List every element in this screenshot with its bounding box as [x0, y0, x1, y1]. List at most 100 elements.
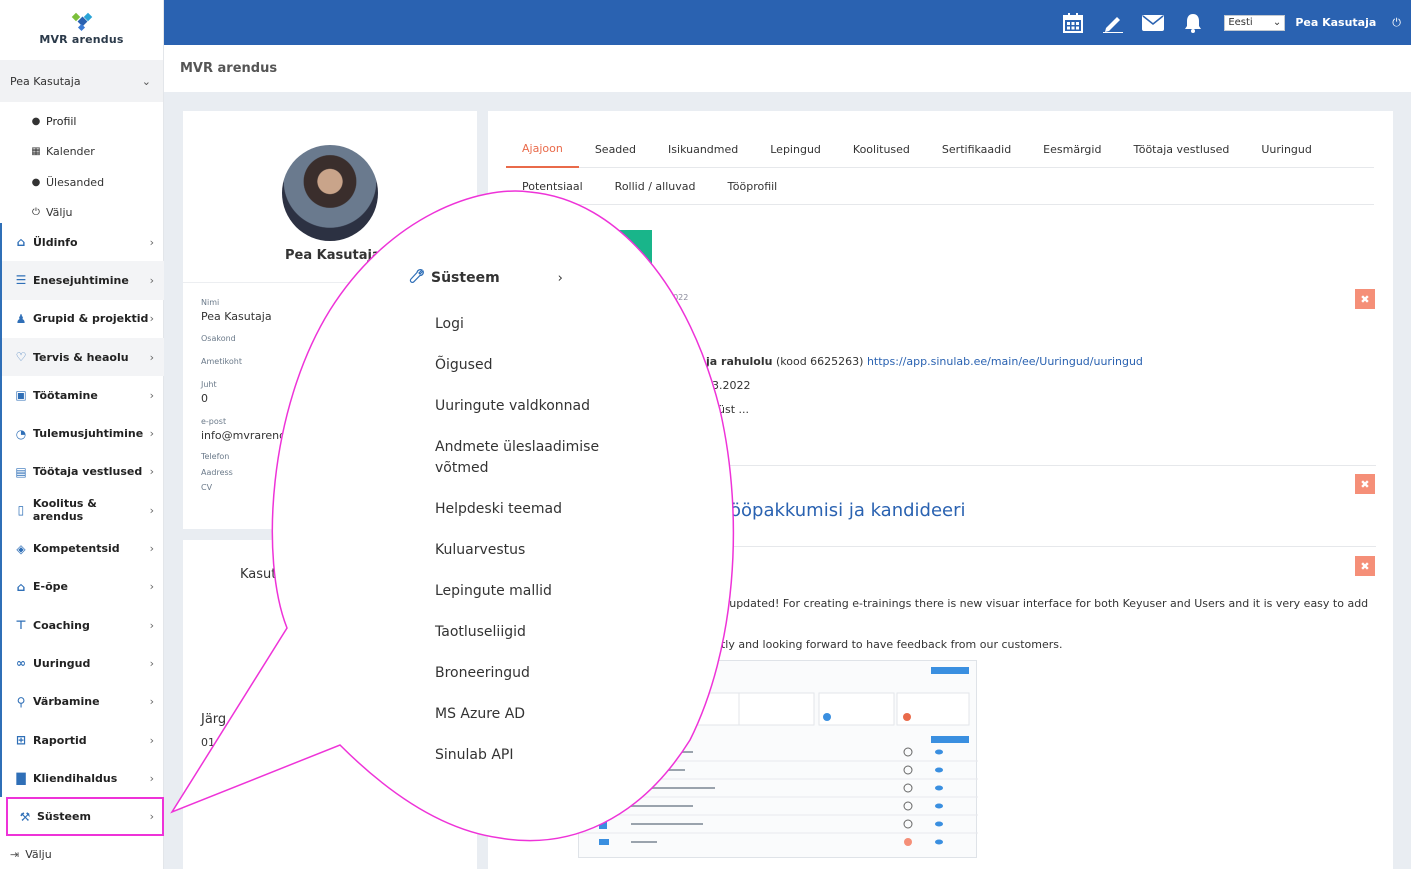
field-label-department: Osakond — [201, 334, 236, 343]
edit-icon[interactable] — [1102, 12, 1124, 34]
chevron-right-icon: › — [149, 656, 154, 670]
topbar-user-name[interactable]: Pea Kasutaja — [1295, 16, 1376, 29]
system-item-taotluseliigid[interactable]: Taotluseliigid — [435, 622, 605, 643]
menu-label: E-õpe — [33, 580, 68, 594]
logo[interactable]: MVR arendus — [0, 0, 163, 58]
system-submenu-header[interactable]: Süsteem › — [409, 268, 609, 288]
power-icon: ⏻ — [32, 207, 40, 219]
avatar[interactable] — [282, 145, 378, 241]
logout-label: Välju — [25, 847, 52, 861]
chevron-right-icon: › — [149, 503, 154, 517]
menu-item-kompetentsid[interactable]: ◈ Kompetentsid › — [0, 529, 164, 568]
close-icon[interactable]: ✖ — [1355, 474, 1375, 494]
menu-item-susteem[interactable]: ⚒ Süsteem › — [6, 797, 164, 836]
chevron-right-icon: › — [149, 273, 154, 287]
logout-icon: ⇥ — [10, 847, 20, 861]
calendar-icon[interactable] — [1062, 12, 1084, 34]
survey-title: ja rahulolu — [706, 355, 773, 368]
gauge-icon: ◔ — [15, 426, 27, 441]
close-icon[interactable]: ✖ — [1355, 289, 1375, 309]
sidebar-logout[interactable]: ⇥ Välju — [0, 842, 52, 866]
submenu-profile[interactable]: ● Profiil — [0, 106, 163, 137]
menu-item-tervis[interactable]: ♡ Tervis & heaolu › — [0, 337, 164, 377]
topbar: Eesti ⌄ Pea Kasutaja ⏻ — [164, 0, 1411, 45]
close-icon[interactable]: ✖ — [1355, 556, 1375, 576]
field-label-manager: Juht — [201, 380, 217, 389]
menu-item-raportid[interactable]: ⊞ Raportid › — [0, 720, 164, 760]
book-icon: ▯ — [17, 503, 25, 518]
menu-item-coaching[interactable]: ⊤ Coaching › — [0, 605, 164, 645]
wrench-icon — [409, 268, 425, 288]
system-item-oigused[interactable]: Õigused — [435, 355, 605, 376]
tab-uuringud[interactable]: Uuringud — [1245, 131, 1328, 168]
news-body-line: ntly and looking forward to have feedbac… — [714, 638, 1063, 651]
add-button[interactable] — [600, 230, 652, 268]
field-label-address: Aadress — [201, 468, 233, 477]
menu-item-uuringud[interactable]: ∞ Uuringud › — [0, 644, 164, 683]
tab-potentsiaal[interactable]: Potentsiaal — [506, 168, 599, 205]
menu-item-vestlused[interactable]: ▤ Töötaja vestlused › — [0, 452, 164, 492]
chevron-right-icon: › — [149, 312, 154, 326]
signpost-icon: ⊤ — [15, 618, 27, 633]
submenu-tasks[interactable]: ● Ülesanded — [0, 167, 163, 198]
menu-item-tulemusjuhtimine[interactable]: ◔ Tulemusjuhtimine › — [0, 414, 164, 453]
system-item-andmete-votmed[interactable]: Andmete üleslaadimise võtmed — [435, 437, 605, 479]
tab-ajajoon[interactable]: Ajajoon — [506, 131, 579, 168]
system-item-helpdeski-teemad[interactable]: Helpdeski teemad — [435, 499, 605, 520]
system-item-kuluarvestus[interactable]: Kuluarvestus — [435, 540, 605, 561]
news-read-more[interactable]: üst ... — [718, 403, 749, 416]
news-title[interactable]: ööpakkumisi ja kandideeri — [730, 500, 966, 521]
tab-vestlused[interactable]: Töötaja vestlused — [1117, 131, 1245, 168]
tab-lepingud[interactable]: Lepingud — [754, 131, 837, 168]
profile-card: Pea Kasutaja Nimi Pea Kasutaja Osakond A… — [183, 111, 477, 529]
menu-label: Enesejuhtimine — [33, 273, 129, 287]
card-label: Järg — [201, 712, 227, 727]
chevron-right-icon: › — [149, 580, 154, 594]
users-icon: ♟ — [15, 311, 27, 326]
user-icon: ● — [31, 115, 41, 127]
system-item-logi[interactable]: Logi — [435, 314, 605, 335]
language-select[interactable]: Eesti ⌄ — [1224, 14, 1286, 31]
chevron-right-icon: › — [557, 270, 563, 286]
page-title: MVR arendus — [164, 45, 1411, 92]
system-item-sinulab-api[interactable]: Sinulab API — [435, 745, 605, 766]
submenu-calendar[interactable]: ▦ Kalender — [0, 137, 163, 168]
menu-item-varbamine[interactable]: ⚲ Värbamine › — [0, 682, 164, 721]
field-value-name: Pea Kasutaja — [201, 310, 272, 323]
mail-icon[interactable] — [1142, 12, 1165, 34]
tab-eesmargid[interactable]: Eesmärgid — [1027, 131, 1117, 168]
menu-item-grupid[interactable]: ♟ Grupid & projektid › — [0, 299, 164, 338]
tab-tooprofiil[interactable]: Tööprofiil — [711, 168, 793, 205]
power-icon[interactable]: ⏻ — [1392, 16, 1401, 30]
system-item-broneeringud[interactable]: Broneeringud — [435, 663, 605, 684]
chevron-right-icon: › — [149, 771, 154, 785]
tab-isikuandmed[interactable]: Isikuandmed — [652, 131, 754, 168]
list-icon: ☰ — [15, 273, 27, 288]
menu-label: Kliendihaldus — [33, 771, 118, 785]
menu-item-enesejuhtimine[interactable]: ☰ Enesejuhtimine › — [0, 261, 164, 300]
menu-item-koolitus[interactable]: ▯ Koolitus & arendus › — [0, 491, 164, 530]
tab-row-2: Potentsiaal Rollid / alluvad Tööprofiil — [506, 168, 1374, 205]
news-survey-line: ja rahulolu (kood 6625263) https://app.s… — [706, 355, 1143, 368]
menu-item-kliendihaldus[interactable]: ▇ Kliendihaldus › — [0, 759, 164, 798]
menu-item-e-ope[interactable]: ⌂ E-õpe › — [0, 567, 164, 606]
tab-row-1: Ajajoon Seaded Isikuandmed Lepingud Kool… — [506, 131, 1374, 168]
tab-koolitused[interactable]: Koolitused — [837, 131, 926, 168]
system-item-ms-azure-ad[interactable]: MS Azure AD — [435, 704, 605, 725]
sidebar: MVR arendus Pea Kasutaja ⌄ ● Profiil ▦ Kal… — [0, 0, 164, 869]
chevron-right-icon: › — [149, 388, 154, 402]
tab-sertifikaadid[interactable]: Sertifikaadid — [926, 131, 1027, 168]
menu-item-tootamine[interactable]: ▣ Töötamine › — [0, 376, 164, 415]
submenu-label: Profiil — [46, 114, 77, 128]
survey-link[interactable]: https://app.sinulab.ee/main/ee/Uuringud/… — [867, 355, 1143, 368]
bell-icon[interactable] — [1182, 12, 1204, 34]
system-item-uuringute-valdkonnad[interactable]: Uuringute valdkonnad — [435, 396, 605, 417]
tab-rollid[interactable]: Rollid / alluvad — [599, 168, 712, 205]
chat-icon: ▤ — [15, 464, 27, 479]
user-menu-toggle[interactable]: Pea Kasutaja ⌄ — [0, 60, 163, 102]
news-image — [578, 660, 978, 858]
system-item-lepingute-mallid[interactable]: Lepingute mallid — [435, 581, 605, 602]
field-label-name: Nimi — [201, 298, 220, 307]
menu-item-yldinfo[interactable]: ⌂ Üldinfo › — [0, 223, 164, 262]
tab-seaded[interactable]: Seaded — [579, 131, 652, 168]
